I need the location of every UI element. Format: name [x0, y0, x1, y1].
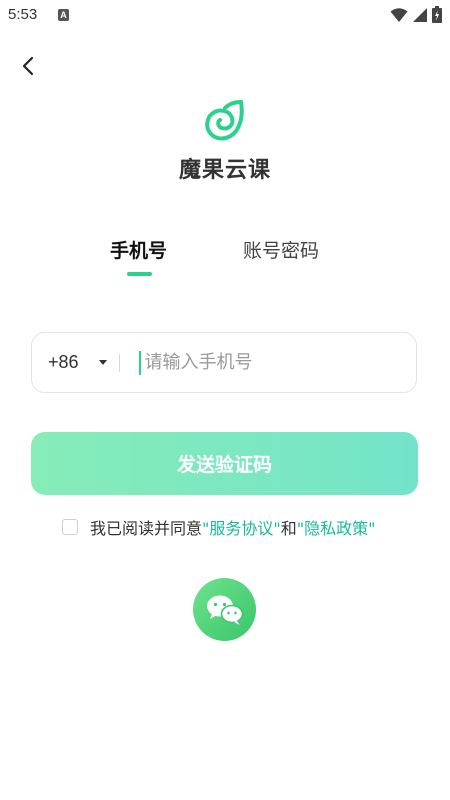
swirl-logo-icon — [205, 100, 244, 141]
back-button[interactable] — [14, 52, 42, 80]
status-icons — [390, 6, 442, 23]
phone-number-input[interactable] — [142, 351, 367, 374]
wifi-icon — [390, 7, 408, 22]
send-code-button[interactable]: 发送验证码 — [31, 432, 418, 495]
notification-icon: A — [58, 9, 69, 21]
agreement-checkbox[interactable] — [62, 519, 78, 535]
login-tabs: 手机号 账号密码 — [0, 236, 450, 280]
privacy-policy-link[interactable]: "隐私政策" — [297, 515, 376, 539]
status-time: 5:53 — [8, 6, 38, 23]
tab-active-indicator — [127, 272, 152, 276]
chevron-left-icon — [22, 56, 34, 76]
agreement-row: 我已阅读并同意 "服务协议" 和 "隐私政策" — [62, 516, 376, 538]
phone-input-box: +86 — [31, 332, 417, 393]
wechat-icon — [206, 595, 243, 625]
battery-icon — [432, 6, 442, 23]
tab-phone[interactable]: 手机号 — [110, 236, 167, 263]
tab-account-password[interactable]: 账号密码 — [243, 236, 319, 263]
caret-down-icon[interactable] — [98, 360, 107, 365]
text-cursor — [138, 350, 141, 375]
service-agreement-link[interactable]: "服务协议" — [202, 515, 281, 539]
wechat-login-button[interactable] — [193, 578, 256, 641]
country-code[interactable]: +86 — [48, 352, 79, 373]
agreement-prefix: 我已阅读并同意 — [90, 519, 203, 538]
brand-header: 魔果云课 — [0, 98, 450, 184]
agreement-conjunction: 和 — [280, 519, 297, 538]
app-name: 魔果云课 — [178, 158, 271, 183]
divider — [118, 353, 120, 372]
status-bar: 5:53 A — [0, 0, 450, 32]
signal-icon — [413, 7, 427, 22]
